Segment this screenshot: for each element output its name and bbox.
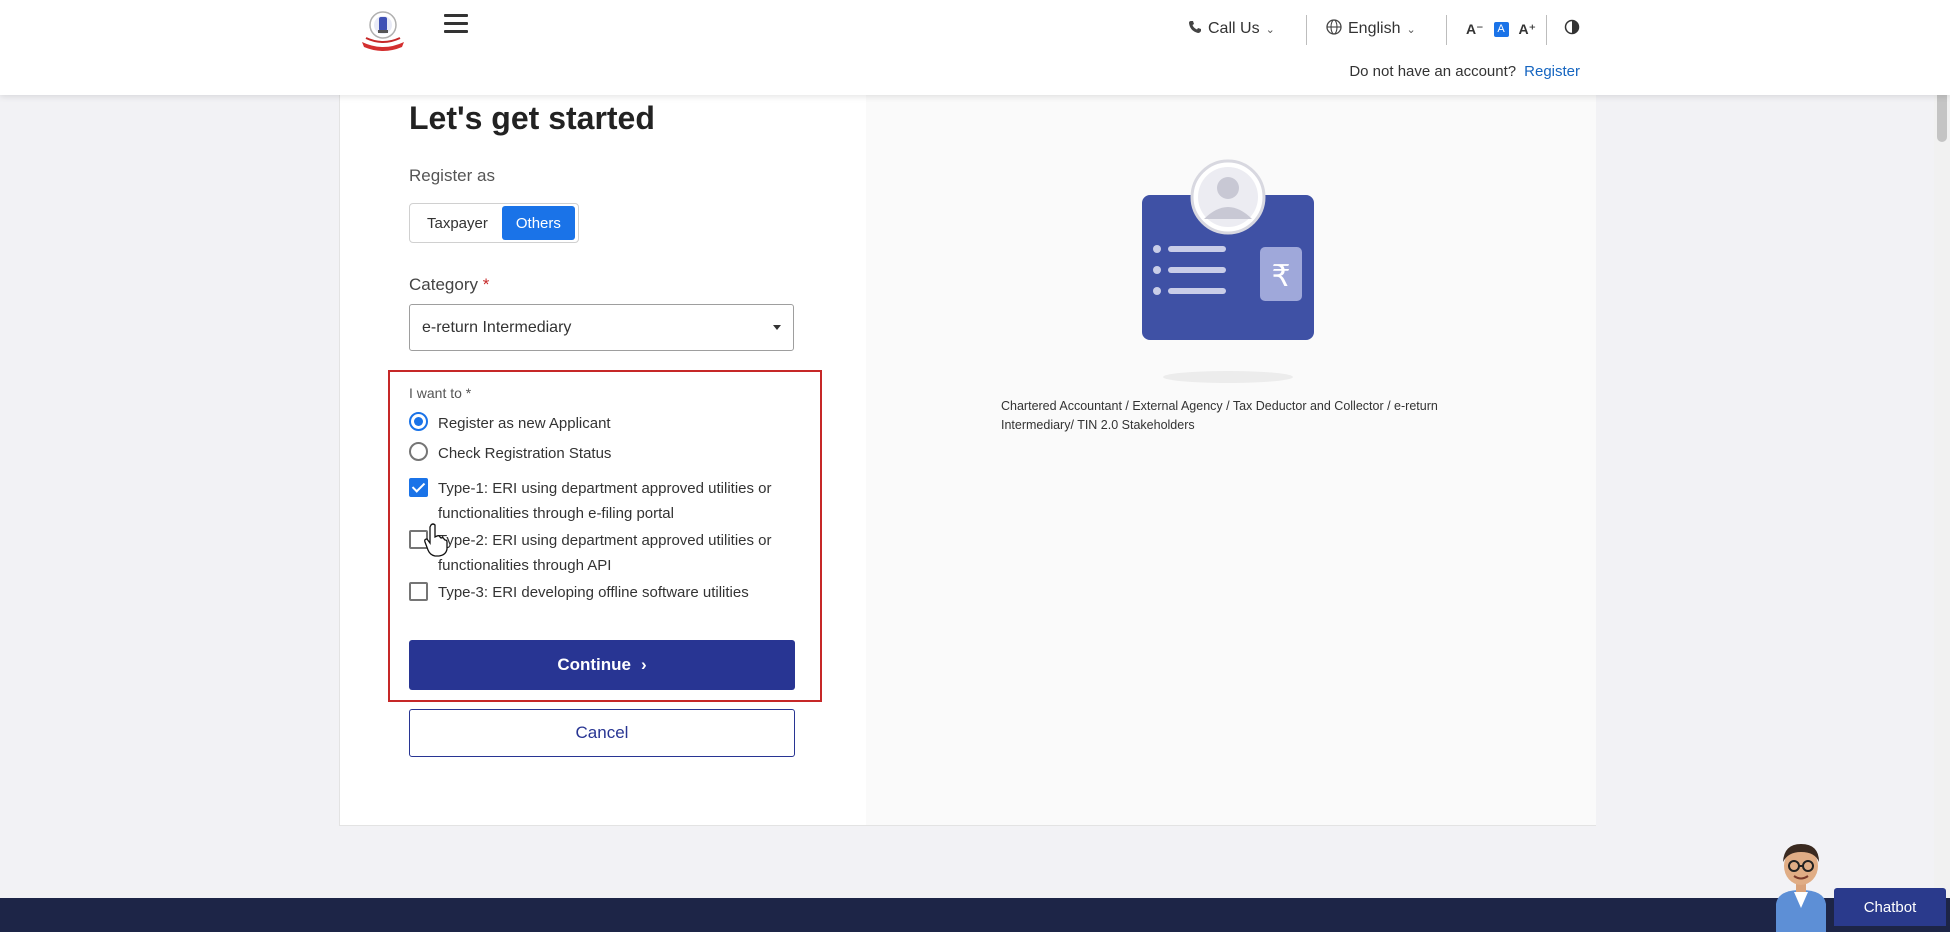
contrast-toggle[interactable] — [1564, 14, 1580, 44]
checkbox-label: Type-3: ERI developing offline software … — [438, 584, 749, 601]
call-us-label: Call Us — [1208, 20, 1260, 37]
checkbox[interactable] — [409, 478, 428, 497]
continue-button[interactable]: Continue › — [409, 640, 795, 690]
contrast-icon — [1564, 19, 1580, 40]
page-footer — [0, 898, 1950, 932]
radio-label: Check Registration Status — [438, 445, 612, 462]
register-as-label: Register as — [409, 166, 495, 185]
page-title: Let's get started — [409, 100, 655, 136]
checkbox[interactable] — [409, 582, 428, 601]
divider — [1446, 15, 1447, 45]
required-marker: * — [482, 275, 490, 294]
checkbox-type-1[interactable]: Type-1: ERI using department approved ut… — [409, 476, 772, 526]
checkbox-label-line1: Type-2: ERI using department approved ut… — [438, 532, 772, 549]
illustration-caption: Chartered Accountant / External Agency /… — [1001, 399, 1438, 432]
checkbox-label-line2: functionalities through e-filing portal — [438, 505, 674, 522]
language-menu[interactable]: English ⌄ — [1326, 14, 1416, 44]
page-scrollbar[interactable] — [1934, 0, 1950, 900]
radio-button[interactable] — [409, 412, 428, 431]
i-want-to-label: I want to * — [409, 385, 472, 401]
checkbox-label-line1: Type-1: ERI using department approved ut… — [438, 480, 772, 497]
category-selected-value: e-return Intermediary — [422, 318, 572, 336]
radio-check-status[interactable]: Check Registration Status — [409, 441, 611, 466]
id-card-illustration: ₹ — [1140, 155, 1316, 385]
chevron-down-icon: ⌄ — [1265, 23, 1275, 36]
emblem-logo-icon[interactable] — [358, 8, 408, 52]
call-us-menu[interactable]: Call Us ⌄ — [1188, 14, 1275, 44]
register-link[interactable]: Register — [1524, 63, 1580, 80]
phone-icon — [1188, 20, 1202, 39]
register-as-toggle: Taxpayer Others — [409, 203, 579, 243]
chevron-right-icon: › — [640, 655, 647, 674]
cancel-button[interactable]: Cancel — [409, 709, 795, 757]
divider — [1546, 15, 1547, 45]
font-size-controls: A⁻ A A⁺ — [1466, 14, 1536, 44]
rupee-icon: ₹ — [1271, 259, 1290, 294]
radio-button[interactable] — [409, 442, 428, 461]
no-account-text: Do not have an account? — [1349, 63, 1517, 80]
checkbox-type-3[interactable]: Type-3: ERI developing offline software … — [409, 580, 749, 605]
hand-cursor-icon — [424, 523, 448, 557]
menu-icon[interactable] — [444, 14, 468, 36]
taxpayer-toggle-button[interactable]: Taxpayer — [413, 206, 502, 240]
checkbox-label: Type-2: ERI using department approved ut… — [438, 528, 772, 578]
radio-register-new[interactable]: Register as new Applicant — [409, 411, 611, 436]
checkbox-type-2[interactable]: Type-2: ERI using department approved ut… — [409, 528, 772, 578]
font-decrease-button[interactable]: A⁻ — [1466, 21, 1484, 38]
category-label: Category * — [409, 275, 489, 295]
checkbox-label-line2: functionalities through API — [438, 557, 612, 574]
top-header: Call Us ⌄ English ⌄ A⁻ A A⁺ Do not have … — [0, 0, 1950, 95]
checkbox-label: Type-1: ERI using department approved ut… — [438, 476, 772, 526]
globe-icon — [1326, 18, 1342, 40]
font-increase-button[interactable]: A⁺ — [1519, 21, 1537, 38]
language-label: English — [1348, 20, 1401, 37]
continue-label: Continue — [557, 655, 631, 674]
font-normal-button[interactable]: A — [1493, 21, 1509, 37]
others-toggle-button[interactable]: Others — [501, 206, 575, 240]
category-select[interactable]: e-return Intermediary — [409, 304, 794, 351]
category-label-text: Category — [409, 275, 478, 294]
chevron-down-icon: ⌄ — [1406, 23, 1416, 36]
chatbot-avatar-icon[interactable] — [1768, 834, 1834, 932]
divider — [1306, 15, 1307, 45]
registration-card: Let's get started Register as Taxpayer O… — [339, 80, 1596, 826]
radio-label: Register as new Applicant — [438, 415, 611, 432]
chatbot-button[interactable]: Chatbot — [1834, 888, 1946, 926]
dropdown-caret-icon — [773, 325, 781, 330]
register-prompt: Do not have an account? Register — [1349, 63, 1580, 80]
